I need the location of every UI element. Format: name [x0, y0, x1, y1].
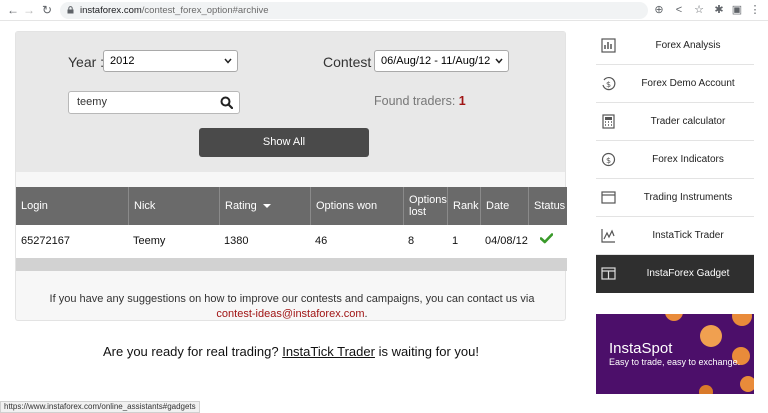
- menu-kebab-icon[interactable]: ⋮: [748, 3, 762, 17]
- sidebar-item-label: Trader calculator: [650, 116, 726, 127]
- show-all-button[interactable]: Show All: [199, 128, 369, 157]
- sidebar-item-instatick-trader[interactable]: InstaTick Trader: [596, 217, 754, 255]
- year-label: Year :: [68, 54, 105, 70]
- contact-email-link[interactable]: contest-ideas@instaforex.com: [216, 308, 364, 320]
- reload-icon[interactable]: ↻: [40, 3, 54, 17]
- check-icon: [540, 233, 553, 244]
- col-rank[interactable]: Rank: [447, 187, 480, 225]
- address-bar[interactable]: instaforex.com/contest_forex_option#arch…: [60, 2, 648, 19]
- table-row: 65272167 Teemy 1380 46 8 1 04/08/12: [16, 225, 567, 258]
- search-value: teemy: [77, 96, 107, 108]
- cta-suffix: is waiting for you!: [378, 344, 479, 359]
- cell-rating: 1380: [224, 235, 249, 247]
- col-status[interactable]: Status: [528, 187, 567, 225]
- url-path: /contest_forex_option#archive: [141, 5, 269, 16]
- share-icon[interactable]: <: [672, 3, 686, 17]
- demo-account-icon: $: [602, 76, 616, 91]
- suggestion-body: If you have any suggestions on how to im…: [49, 293, 535, 305]
- lock-icon: [67, 6, 74, 14]
- table-scrollbar[interactable]: [16, 258, 567, 271]
- chevron-down-icon: [495, 58, 503, 64]
- banner-title: InstaSpot: [609, 340, 673, 357]
- window-icon: [601, 191, 616, 204]
- link-status-bar: https://www.instaforex.com/online_assist…: [0, 401, 200, 413]
- sort-down-icon: [262, 204, 271, 208]
- found-label: Found traders:: [374, 94, 456, 108]
- chart-icon: [601, 229, 615, 243]
- cta-prefix: Are you ready for real trading?: [102, 344, 279, 359]
- sidebar-item-label: InstaTick Trader: [652, 230, 724, 241]
- cell-rank: 1: [452, 235, 459, 247]
- col-options-lost[interactable]: Options lost: [403, 187, 447, 225]
- sidebar-item-demo-account[interactable]: $ Forex Demo Account: [596, 65, 754, 103]
- sidebar-item-trading-instruments[interactable]: Trading Instruments: [596, 179, 754, 217]
- bookmark-star-icon[interactable]: ☆: [692, 3, 706, 17]
- gadget-icon: [601, 267, 616, 280]
- analysis-icon: [601, 38, 616, 53]
- url-host: instaforex.com: [80, 5, 142, 16]
- forward-icon[interactable]: →: [22, 3, 36, 17]
- sidebar-item-forex-analysis[interactable]: Forex Analysis: [596, 27, 754, 65]
- found-traders: Found traders: 1: [374, 94, 466, 108]
- col-login[interactable]: Login: [16, 187, 128, 225]
- year-select[interactable]: 2012: [103, 50, 238, 72]
- search-icon[interactable]: [220, 96, 233, 109]
- cell-options-won: 46: [315, 235, 328, 247]
- cell-nick: Teemy: [133, 235, 166, 247]
- sidebar-item-label: Trading Instruments: [643, 192, 733, 203]
- col-rating-label: Rating: [225, 200, 257, 212]
- svg-text:$: $: [606, 80, 611, 89]
- browser-toolbar: ← → ↻ instaforex.com/contest_forex_optio…: [0, 0, 768, 21]
- call-to-action: Are you ready for real trading? InstaTic…: [0, 344, 582, 359]
- contest-label: Contest :: [323, 54, 380, 70]
- cell-status: [528, 225, 567, 258]
- col-options-won[interactable]: Options won: [310, 187, 403, 225]
- side-panel-icon[interactable]: ▣: [730, 3, 744, 17]
- filter-area: Year : 2012 Contest : 06/Aug/12 - 11/Aug…: [16, 32, 565, 172]
- svg-text:$: $: [606, 156, 611, 165]
- contest-value: 06/Aug/12 - 11/Aug/12: [381, 55, 491, 67]
- table-header: Login Nick Rating Options won Options lo…: [16, 187, 567, 225]
- zoom-icon[interactable]: ⊕: [652, 3, 666, 17]
- instatick-trader-link[interactable]: InstaTick Trader: [282, 344, 375, 359]
- sidebar-item-trader-calculator[interactable]: Trader calculator: [596, 103, 754, 141]
- cell-login: 65272167: [21, 235, 70, 247]
- col-date[interactable]: Date: [480, 187, 528, 225]
- contest-archive-panel: Year : 2012 Contest : 06/Aug/12 - 11/Aug…: [15, 31, 567, 322]
- sidebar-item-label: Forex Demo Account: [641, 78, 735, 89]
- chevron-down-icon: [224, 58, 232, 64]
- extensions-icon[interactable]: ✱: [712, 3, 726, 17]
- col-nick[interactable]: Nick: [128, 187, 219, 225]
- nick-search-input[interactable]: teemy: [68, 91, 240, 114]
- cell-options-lost: 8: [408, 235, 415, 247]
- sidebar-item-label: InstaForex Gadget: [646, 268, 730, 279]
- cell-date: 04/08/12: [485, 235, 528, 247]
- suggestion-text: If you have any suggestions on how to im…: [36, 292, 548, 322]
- col-rating[interactable]: Rating: [219, 187, 310, 225]
- sidebar-item-instaforex-gadget[interactable]: InstaForex Gadget: [596, 255, 754, 293]
- contest-select[interactable]: 06/Aug/12 - 11/Aug/12: [374, 50, 509, 72]
- instaspot-banner[interactable]: InstaSpot Easy to trade, easy to exchang…: [596, 314, 754, 394]
- sidebar-item-label: Forex Indicators: [652, 154, 724, 165]
- year-value: 2012: [110, 55, 135, 67]
- calculator-icon: [602, 114, 615, 129]
- dollar-icon: $: [601, 152, 616, 167]
- back-icon[interactable]: ←: [6, 3, 20, 17]
- suggestion-suffix: .: [364, 308, 368, 320]
- sidebar-item-label: Forex Analysis: [655, 40, 721, 51]
- found-count: 1: [458, 94, 466, 108]
- sidebar-item-forex-indicators[interactable]: $ Forex Indicators: [596, 141, 754, 179]
- banner-subtitle: Easy to trade, easy to exchange.: [609, 357, 741, 367]
